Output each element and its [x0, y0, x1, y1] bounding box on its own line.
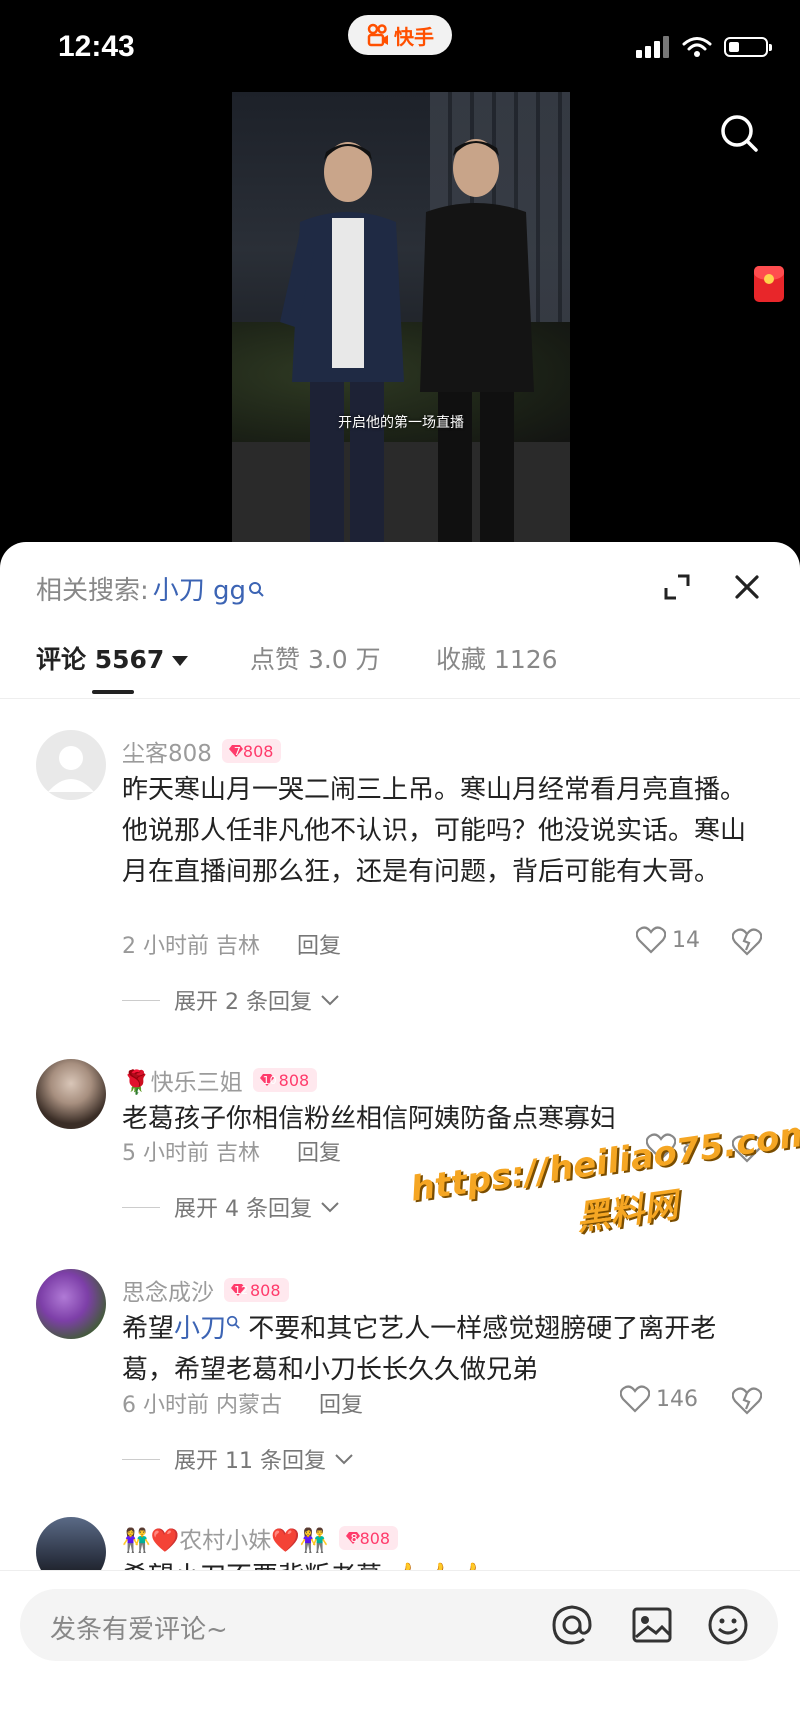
video-person-right — [420, 139, 534, 542]
fan-badge: 10 808 — [252, 1068, 318, 1092]
comment-text: 希望小刀 不要和其它艺人一样感觉翅膀硬了离开老葛，希望老葛和小刀长长久久做兄弟 — [122, 1309, 762, 1391]
expand-replies-label: 展开 11 条回复 — [174, 1449, 326, 1474]
badge-level: 10 — [262, 1073, 277, 1087]
chevron-down-icon — [321, 995, 339, 1006]
divider — [122, 999, 160, 1001]
comment-time-location: 2 小时前 吉林 — [122, 934, 260, 959]
like-button[interactable]: 14 — [636, 926, 700, 954]
tab-favorites[interactable]: 收藏 1126 — [436, 640, 558, 676]
expand-replies-label: 展开 2 条回复 — [174, 990, 312, 1015]
reply-button[interactable]: 回复 — [297, 934, 341, 959]
expand-replies-label: 展开 4 条回复 — [174, 1197, 312, 1222]
heart-icon — [620, 1385, 650, 1413]
battery-icon — [724, 37, 772, 57]
like-button[interactable]: 146 — [620, 1385, 698, 1413]
related-label: 相关搜索: — [36, 576, 149, 606]
dislike-icon[interactable] — [732, 928, 762, 956]
app-name: 快手 — [394, 24, 434, 49]
fan-badge: 12 808 — [224, 1278, 289, 1302]
fan-badge: 8 808 — [338, 1526, 399, 1550]
video-caption: 开启他的第一场直播 — [338, 415, 464, 431]
status-time: 12:43 — [58, 30, 135, 63]
avatar[interactable] — [36, 1517, 106, 1570]
emoji-icon[interactable] — [706, 1603, 750, 1647]
tab-comments[interactable]: 评论 5567 — [36, 640, 189, 676]
red-envelope-icon[interactable] — [754, 266, 784, 302]
comment-meta: 6 小时前 内蒙古 回复 — [122, 1387, 363, 1419]
tab-underline — [92, 690, 134, 694]
fan-badge: 7 808 — [221, 739, 282, 763]
status-icons — [636, 36, 772, 58]
avatar[interactable] — [36, 730, 106, 800]
comment-header: 思念成沙 12 808 — [122, 1273, 289, 1307]
wifi-icon — [682, 37, 712, 57]
image-icon[interactable] — [630, 1603, 674, 1647]
keyword-search-icon — [226, 1315, 240, 1329]
fullscreen-icon[interactable] — [662, 572, 692, 602]
comment-time-location: 6 小时前 内蒙古 — [122, 1393, 282, 1418]
comment-username[interactable]: 尘客808 — [122, 734, 212, 768]
comment-text: 希望小刀不要背叛老葛 👍👍👍 — [122, 1557, 762, 1570]
avatar[interactable] — [36, 1059, 106, 1129]
expand-replies[interactable]: 展开 2 条回复 — [122, 984, 340, 1016]
video-person-left — [280, 142, 404, 542]
comment-username[interactable]: 思念成沙 — [122, 1273, 214, 1307]
comment-username[interactable]: 👫❤️农村小妹❤️👫 — [122, 1521, 329, 1555]
tab-likes[interactable]: 点赞 3.0 万 — [250, 640, 381, 676]
related-search[interactable]: 相关搜索: 小刀 gg — [36, 570, 264, 607]
badge-text: 808 — [250, 1280, 281, 1300]
comment-tabs: 评论 5567 点赞 3.0 万 收藏 1126 — [0, 630, 800, 699]
badge-text: 808 — [278, 1070, 310, 1090]
caret-down-icon — [172, 656, 189, 666]
divider — [122, 1458, 160, 1460]
badge-text: 808 — [359, 1528, 391, 1548]
mention-link[interactable]: 小刀 — [174, 1314, 226, 1344]
expand-replies[interactable]: 展开 4 条回复 — [122, 1191, 340, 1223]
comment-text: 昨天寒山月一哭二闹三上吊。寒山月经常看月亮直播。他说那人任非凡他不认识，可能吗？… — [122, 775, 747, 887]
comment-username[interactable]: 🌹快乐三姐 — [122, 1063, 243, 1097]
kuaishou-logo-icon — [367, 23, 388, 47]
chevron-down-icon — [335, 1454, 353, 1465]
heart-icon — [636, 926, 666, 954]
comment-header: 👫❤️农村小妹❤️👫 8 808 — [122, 1521, 399, 1555]
badge-text: 808 — [242, 741, 274, 761]
related-keyword[interactable]: 小刀 gg — [153, 570, 246, 607]
badge-level: 7 — [233, 744, 241, 758]
avatar[interactable] — [36, 1269, 106, 1339]
comment-input-bar: 发条有爱评论~ — [0, 1570, 800, 1732]
status-bar: 12:43 快手 — [0, 0, 800, 90]
dislike-icon[interactable] — [732, 1387, 762, 1415]
badge-level: 8 — [350, 1531, 358, 1545]
badge-level: 12 — [234, 1283, 248, 1297]
expand-replies[interactable]: 展开 11 条回复 — [122, 1443, 354, 1475]
default-avatar-icon — [48, 746, 94, 792]
keyword-search-icon — [249, 581, 264, 597]
reply-button[interactable]: 回复 — [319, 1393, 363, 1418]
at-mention-icon[interactable] — [550, 1603, 594, 1647]
comment-header: 🌹快乐三姐 10 808 — [122, 1063, 318, 1097]
like-count: 14 — [672, 927, 700, 953]
reply-button[interactable]: 回复 — [297, 1141, 341, 1166]
comment-item: 👫❤️农村小妹❤️👫 8 808 希望小刀不要背叛老葛 👍👍👍 — [0, 1517, 800, 1570]
tab-comments-label: 评论 5567 — [36, 645, 165, 674]
close-icon[interactable] — [732, 572, 762, 602]
signal-icon — [636, 36, 669, 58]
chevron-down-icon — [321, 1202, 339, 1213]
comment-input[interactable]: 发条有爱评论~ — [20, 1589, 778, 1661]
video-player[interactable]: 开启他的第一场直播 — [232, 92, 570, 542]
comment-time-location: 5 小时前 吉林 — [122, 1141, 260, 1166]
app-badge[interactable]: 快手 — [348, 15, 452, 55]
like-count: 146 — [656, 1386, 698, 1412]
divider — [122, 1206, 160, 1208]
comment-meta: 5 小时前 吉林 回复 — [122, 1135, 341, 1167]
search-icon[interactable] — [718, 112, 760, 154]
battery-fill — [729, 42, 739, 52]
comment-input-placeholder: 发条有爱评论~ — [50, 1615, 228, 1645]
comment-meta: 2 小时前 吉林 回复 — [122, 928, 341, 960]
comment-text-before: 希望 — [122, 1314, 175, 1344]
comment-header: 尘客808 7 808 — [122, 734, 282, 768]
